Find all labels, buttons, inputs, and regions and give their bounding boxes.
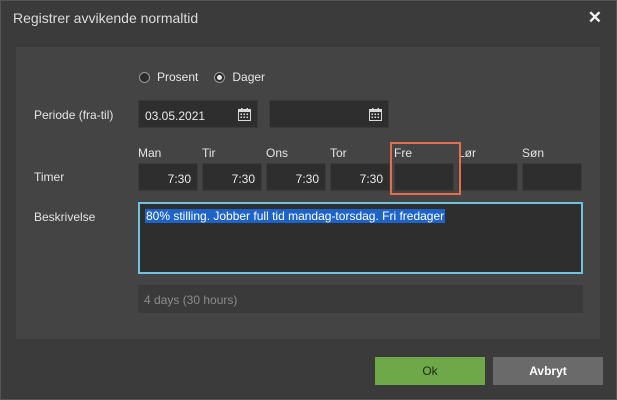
hours-input-tir[interactable]: 7:30 bbox=[202, 163, 262, 191]
hours-input-man[interactable]: 7:30 bbox=[138, 163, 198, 191]
hours-input-fre[interactable] bbox=[394, 163, 454, 191]
hours-value: 7:30 bbox=[359, 172, 383, 186]
radio-label: Prosent bbox=[157, 70, 199, 84]
description-textarea[interactable]: 80% stilling. Jobber full tid mandag-tor… bbox=[138, 202, 583, 274]
radio-label: Dager bbox=[232, 70, 266, 84]
radio-button[interactable] bbox=[139, 71, 150, 83]
description-value: 80% stilling. Jobber full tid mandag-tor… bbox=[145, 209, 446, 223]
dialog-titlebar: Registrer avvikende normaltid ✕ bbox=[1, 1, 616, 35]
hours-input-son[interactable] bbox=[522, 163, 582, 191]
hours-value: 7:30 bbox=[231, 172, 255, 186]
summary-field: 4 days (30 hours) bbox=[138, 285, 583, 313]
period-to-field[interactable] bbox=[269, 100, 389, 128]
day-header-man: Man bbox=[138, 146, 162, 160]
period-label: Periode (fra-til) bbox=[34, 108, 114, 122]
day-header-tir: Tir bbox=[202, 146, 216, 160]
cancel-button[interactable]: Avbryt bbox=[493, 357, 603, 385]
period-from-field[interactable]: 03.05.2021 bbox=[138, 100, 258, 128]
calendar-icon[interactable] bbox=[369, 108, 382, 121]
hours-label: Timer bbox=[34, 170, 65, 184]
day-header-tor: Tor bbox=[330, 146, 347, 160]
hours-value: 7:30 bbox=[295, 172, 319, 186]
dialog-window: Registrer avvikende normaltid ✕ Prosent … bbox=[0, 0, 617, 400]
radio-button-selected[interactable] bbox=[214, 71, 226, 83]
form-panel: Prosent Dager Periode (fra-til) 03.05.20… bbox=[16, 47, 600, 339]
calendar-icon[interactable] bbox=[238, 108, 251, 121]
hours-input-lor[interactable] bbox=[458, 163, 518, 191]
ok-button[interactable]: Ok bbox=[375, 357, 485, 385]
radio-dager[interactable]: Dager bbox=[214, 70, 265, 84]
dialog-title: Registrer avvikende normaltid bbox=[13, 10, 199, 26]
day-header-son: Søn bbox=[522, 146, 545, 160]
summary-text: 4 days (30 hours) bbox=[144, 293, 238, 307]
radio-dot bbox=[217, 74, 223, 80]
day-header-lor: Lør bbox=[458, 146, 476, 160]
period-from-value: 03.05.2021 bbox=[145, 109, 206, 123]
hours-input-tor[interactable]: 7:30 bbox=[330, 163, 390, 191]
day-header-fre: Fre bbox=[394, 146, 412, 160]
close-icon[interactable]: ✕ bbox=[588, 8, 602, 28]
mode-radio-group: Prosent Dager bbox=[139, 70, 281, 84]
hours-value: 7:30 bbox=[167, 172, 191, 186]
day-header-ons: Ons bbox=[266, 146, 289, 160]
hours-input-ons[interactable]: 7:30 bbox=[266, 163, 326, 191]
radio-prosent[interactable]: Prosent bbox=[139, 70, 198, 84]
description-label: Beskrivelse bbox=[34, 210, 96, 224]
